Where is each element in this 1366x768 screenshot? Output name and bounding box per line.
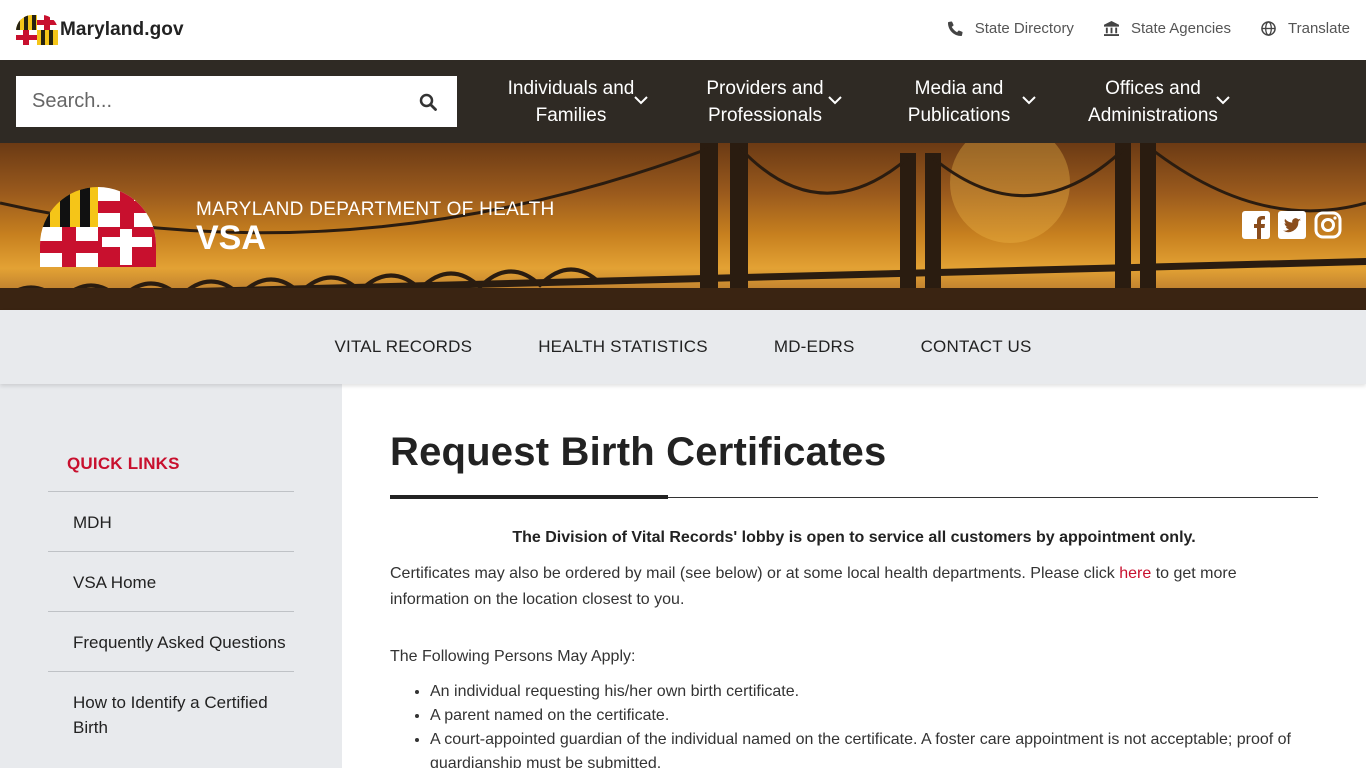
quick-links-list: MDH VSA Home Frequently Asked Questions … [48, 491, 294, 756]
state-agencies-label: State Agencies [1130, 19, 1232, 37]
building-icon [1103, 20, 1119, 36]
eligible-applicants-list: An individual requesting his/her own bir… [390, 680, 1318, 768]
main-content: Request Birth Certificates The Division … [390, 384, 1318, 768]
nav-item-media-publications[interactable]: Media and Publications [862, 60, 1056, 143]
subnav-md-edrs[interactable]: MD-EDRS [774, 337, 855, 357]
ordering-paragraph: Certificates may also be ordered by mail… [390, 561, 1318, 613]
social-links [1234, 211, 1342, 239]
quick-link-faq[interactable]: Frequently Asked Questions [48, 611, 294, 671]
globe-icon [1261, 20, 1276, 36]
chevron-down-icon [828, 96, 842, 105]
nav-item-label: Individuals and Families [507, 77, 635, 126]
translate-link[interactable]: Translate [1261, 20, 1350, 37]
chevron-down-icon [1216, 96, 1230, 105]
page-title: Request Birth Certificates [390, 430, 887, 474]
search-box [16, 76, 457, 127]
main-navigation: Individuals and Families Providers and P… [0, 60, 1366, 143]
section-navigation: VITAL RECORDS HEALTH STATISTICS MD-EDRS … [0, 310, 1366, 384]
maryland-gov-logo[interactable]: Maryland.gov [16, 15, 184, 45]
quick-link-vsa-home[interactable]: VSA Home [48, 551, 294, 611]
maryland-gov-text: Maryland.gov [60, 19, 184, 40]
state-directory-link[interactable]: State Directory [947, 19, 1074, 37]
location-info-link[interactable]: here [1119, 565, 1151, 582]
ordering-text-before: Certificates may also be ordered by mail… [390, 565, 1120, 582]
eligible-applicants-heading: The Following Persons May Apply: [390, 648, 636, 665]
site-name: VSA [196, 219, 266, 257]
utility-bar: Maryland.gov State Directory State Agenc… [0, 0, 1366, 60]
sidebar: QUICK LINKS MDH VSA Home Frequently Aske… [0, 384, 342, 768]
twitter-icon[interactable] [1278, 211, 1306, 239]
nav-item-providers-professionals[interactable]: Providers and Professionals [668, 60, 862, 143]
instagram-icon[interactable] [1314, 211, 1342, 239]
state-agencies-link[interactable]: State Agencies [1103, 19, 1232, 37]
search-icon[interactable] [419, 93, 437, 111]
maryland-flag-icon [16, 15, 58, 45]
nav-item-individuals-families[interactable]: Individuals and Families [474, 60, 668, 143]
subnav-contact-us[interactable]: CONTACT US [921, 337, 1032, 357]
quick-link-identify-certified-birth[interactable]: How to Identify a Certified Birth [48, 671, 294, 756]
department-name: MARYLAND DEPARTMENT OF HEALTH [196, 199, 555, 220]
subnav-vital-records[interactable]: VITAL RECORDS [335, 337, 473, 357]
search-input[interactable] [16, 76, 396, 127]
nav-item-label: Providers and Professionals [706, 77, 824, 126]
lobby-notice: The Division of Vital Records' lobby is … [512, 529, 1196, 546]
list-item: A parent named on the certificate. [430, 704, 1318, 728]
list-item: An individual requesting his/her own bir… [430, 680, 1318, 704]
subnav-health-statistics[interactable]: HEALTH STATISTICS [538, 337, 708, 357]
quick-links-heading: QUICK LINKS [67, 454, 180, 473]
chevron-down-icon [634, 96, 648, 105]
facebook-icon[interactable] [1242, 211, 1270, 239]
hero-banner: MARYLAND DEPARTMENT OF HEALTH VSA [0, 143, 1366, 310]
state-directory-label: State Directory [974, 19, 1074, 37]
chevron-down-icon [1022, 96, 1036, 105]
phone-icon [947, 20, 963, 36]
list-item: A court-appointed guardian of the indivi… [430, 728, 1318, 768]
nav-item-label: Media and Publications [907, 77, 1011, 126]
nav-item-label: Offices and Administrations [1088, 77, 1218, 126]
title-divider [390, 495, 1318, 499]
nav-item-offices-administrations[interactable]: Offices and Administrations [1056, 60, 1250, 143]
quick-link-mdh[interactable]: MDH [48, 491, 294, 551]
translate-label: Translate [1288, 19, 1350, 37]
